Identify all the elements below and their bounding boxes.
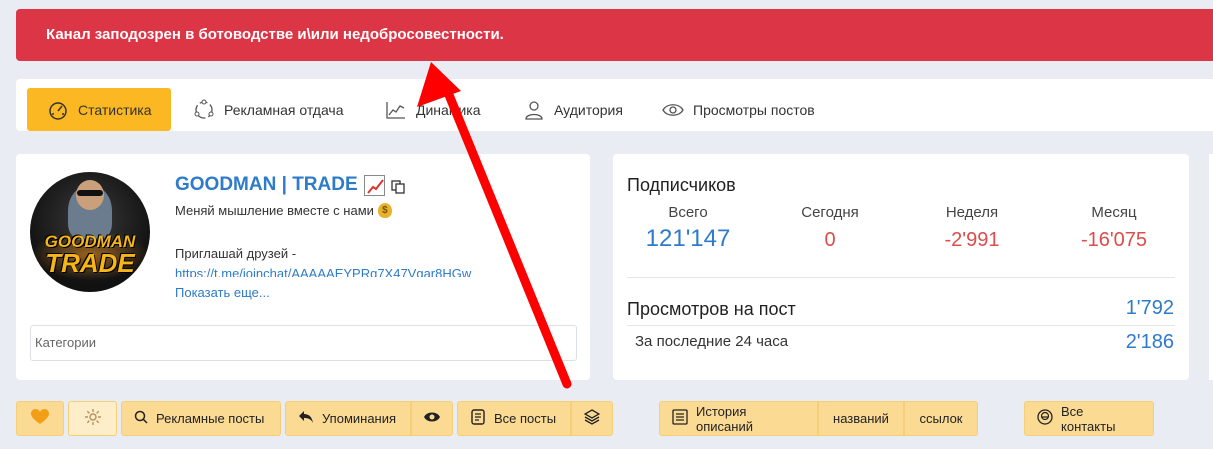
mentions-button[interactable]: Упоминания: [285, 401, 411, 436]
contact-icon: [1037, 409, 1053, 428]
views-per-post-label: Просмотров на пост: [627, 299, 796, 319]
channel-avatar[interactable]: GOODMAN TRADE: [30, 172, 150, 292]
views-last24-label: За последние 24 часа: [635, 333, 789, 350]
stat-value: -2'991: [944, 229, 1000, 251]
layers-icon: [583, 409, 601, 428]
tab-dynamics[interactable]: Динамика: [384, 88, 480, 131]
history-descriptions-label: История описаний: [696, 403, 753, 434]
settings-button[interactable]: [68, 401, 117, 436]
bot-warning-alert: Канал заподозрен в ботоводстве и\или нед…: [16, 9, 1213, 61]
refresh-cycle-icon: [192, 98, 216, 122]
money-bag-icon: $: [377, 203, 392, 218]
copy-icon[interactable]: [391, 178, 405, 194]
avatar-logo-bottom: TRADE: [45, 248, 135, 278]
next-card-edge: [1209, 154, 1213, 380]
divider: [627, 277, 1175, 278]
ads-posts-label: Рекламные посты: [156, 411, 265, 426]
avatar-glasses: [77, 190, 103, 196]
channel-title-text: GOODMAN | TRADE: [175, 174, 358, 195]
channel-invite: Приглашай друзей - https://t.me/joinchat…: [175, 243, 535, 285]
stat-label: Сегодня: [801, 204, 859, 221]
stat-value: 121'147: [645, 225, 731, 252]
all-contacts-button[interactable]: Все контакты: [1024, 401, 1154, 436]
speedometer-icon: [46, 98, 70, 122]
search-icon: [134, 410, 148, 427]
stat-today: Сегодня 0: [765, 204, 895, 252]
divider: [627, 325, 1175, 326]
eye-icon: [661, 98, 685, 122]
tab-label: Статистика: [78, 101, 152, 118]
stat-total: Всего 121'147: [623, 204, 753, 253]
ads-posts-button[interactable]: Рекламные посты: [121, 401, 281, 436]
favorite-button[interactable]: [16, 401, 64, 436]
stat-label: Всего: [668, 204, 708, 221]
channel-description-text: Меняй мышление вместе с нами: [175, 203, 374, 218]
tab-post-views[interactable]: Просмотры постов: [661, 88, 815, 131]
all-posts-label: Все посты: [494, 411, 557, 426]
stats-tabs: Статистика Рекламная отдача Динамика Ауд…: [16, 79, 1213, 131]
document-icon: [470, 409, 486, 428]
gear-icon: [84, 408, 102, 429]
tab-audience[interactable]: Аудитория: [522, 88, 623, 131]
mentions-view-button[interactable]: [411, 401, 453, 436]
history-names-label: названий: [833, 411, 889, 426]
stat-value: 0: [824, 229, 836, 251]
chart-increasing-icon: [363, 174, 385, 196]
show-more-link[interactable]: Показать еще...: [175, 285, 270, 300]
mentions-label: Упоминания: [322, 411, 397, 426]
stat-week: Неделя -2'991: [907, 204, 1037, 252]
all-contacts-label: Все контакты: [1061, 403, 1116, 434]
line-chart-icon: [384, 98, 408, 122]
channel-profile-card: GOODMAN TRADE GOODMAN | TRADE Меняй мышл…: [16, 154, 590, 380]
history-links-label: ссылок: [919, 411, 963, 426]
views-last24-value: 2'186: [1125, 331, 1174, 353]
subscribers-stats-card: Подписчиков Всего 121'147 Сегодня 0 Неде…: [613, 154, 1189, 380]
layers-button[interactable]: [571, 401, 613, 436]
invite-link[interactable]: https://t.me/joinchat/AAAAAEYPRg7X47Vgar…: [175, 264, 535, 277]
history-descriptions-button[interactable]: История описаний: [659, 401, 818, 436]
tab-statistics[interactable]: Статистика: [27, 88, 171, 131]
stat-value: -16'075: [1080, 229, 1148, 251]
stat-label: Неделя: [945, 204, 999, 221]
channel-title[interactable]: GOODMAN | TRADE: [175, 174, 405, 196]
users-icon: [522, 98, 546, 122]
history-links-button[interactable]: ссылок: [904, 401, 978, 436]
tab-label: Рекламная отдача: [224, 101, 344, 118]
eye-icon: [424, 411, 440, 426]
reply-icon: [298, 410, 314, 427]
all-posts-button[interactable]: Все посты: [457, 401, 571, 436]
heart-icon: [31, 409, 49, 428]
invite-text: Приглашай друзей -: [175, 246, 297, 261]
list-icon: [672, 409, 688, 428]
views-per-post-value: 1'792: [1125, 297, 1174, 319]
tab-label: Просмотры постов: [693, 101, 815, 118]
tab-ad-return[interactable]: Рекламная отдача: [192, 88, 344, 131]
stat-label: Месяц: [1091, 204, 1137, 221]
tab-label: Динамика: [416, 101, 481, 118]
tab-label: Аудитория: [554, 101, 623, 118]
categories-field[interactable]: Категории: [30, 325, 577, 361]
stat-month: Месяц -16'075: [1049, 204, 1179, 252]
history-names-button[interactable]: названий: [818, 401, 904, 436]
subscribers-title: Подписчиков: [627, 175, 736, 195]
channel-description: Меняй мышление вместе с нами $: [175, 203, 392, 218]
